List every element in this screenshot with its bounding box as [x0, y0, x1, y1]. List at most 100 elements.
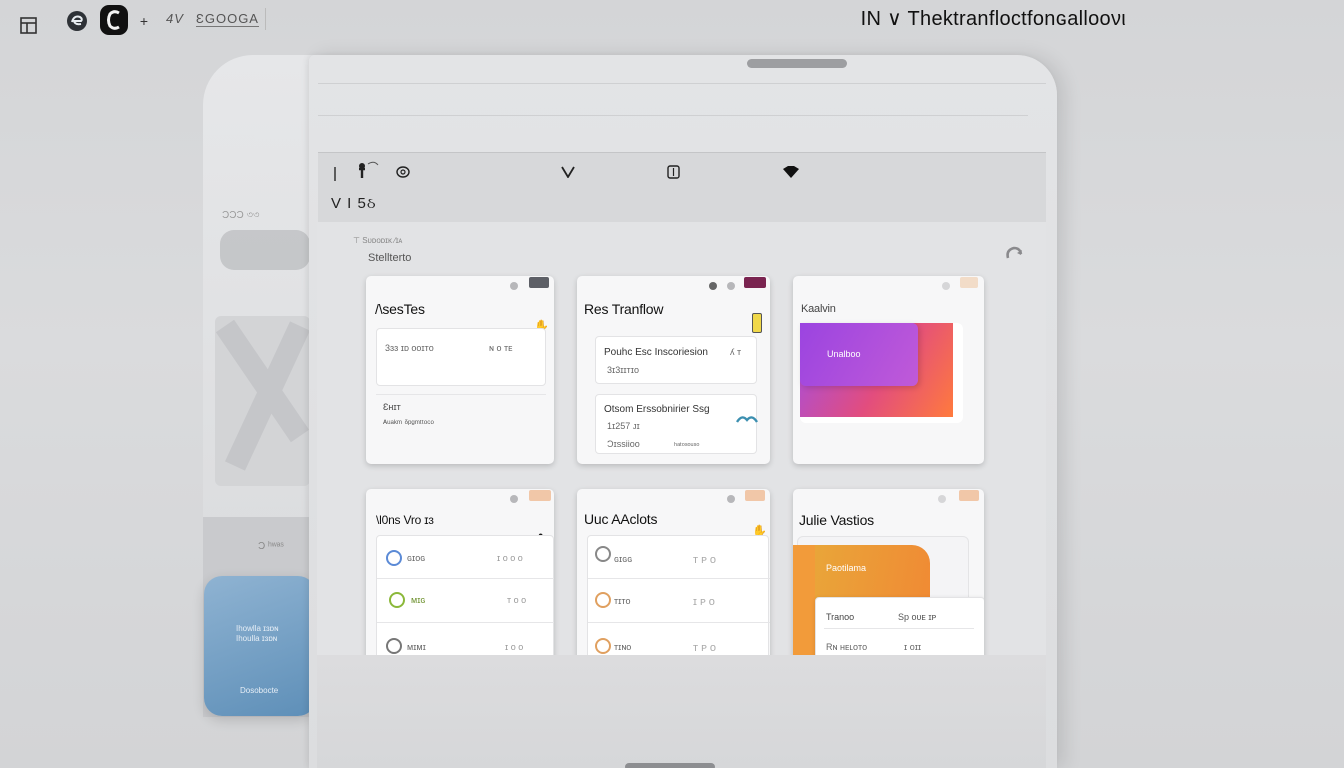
color-tag — [529, 277, 549, 288]
divider — [318, 115, 1028, 116]
workflow-card[interactable]: Kaalvin Unalboo — [793, 276, 984, 464]
card-panel: Pouhc Esc Inscoriesion 3ɪ3ɪɪᴛɪᴏ ʎ ᴛ — [595, 336, 757, 384]
top-bar: + 4V ƐGOOGA IN ∨ Thektranfloctfonɢallooν… — [0, 0, 1344, 40]
list-item-value: ɪ ᴏ ᴏ ᴏ — [497, 553, 523, 563]
breadcrumb[interactable]: ⊤ Sᴜᴅᴏᴅɪᴋ ⁄ɪᴀ — [353, 236, 402, 245]
gradient-chip[interactable]: Unalboo — [800, 323, 918, 386]
divider — [318, 83, 1046, 84]
divider — [588, 578, 770, 579]
bird-icon — [735, 413, 759, 431]
panel-side: ʎ ᴛ — [730, 347, 742, 357]
list-item-icon — [386, 550, 402, 566]
list-item-label: ᴛɪɴᴏ — [614, 642, 632, 652]
status-dot — [709, 282, 717, 290]
divider — [377, 578, 554, 579]
status-dot — [727, 495, 735, 503]
background-panel — [215, 316, 310, 486]
list-item-icon — [595, 546, 611, 562]
background-blue-card: Ihowlla ɪɜɒɴ Ihoulla ɪɜɒɴ Dosobocte — [204, 576, 316, 716]
status-dot — [510, 282, 518, 290]
blue-card-line1: Ihowlla ɪɜɒɴ — [236, 624, 279, 633]
panel-row: Rɴ ʜᴇʟᴏᴛᴏ — [826, 642, 868, 652]
panel-row-side: ɪ ᴏɪɪ — [904, 642, 922, 652]
list-item-icon — [595, 638, 611, 654]
card-title: \l0ns Vro ɪɜ — [376, 513, 434, 527]
list-item-label: ᴍɪᴍɪ — [407, 642, 426, 652]
divider — [377, 622, 554, 623]
list-item-label: ᴛɪᴛᴏ — [614, 596, 631, 606]
view-label[interactable]: V I 5ઠ — [331, 195, 377, 212]
card-title: Uuc AAclots — [584, 511, 658, 527]
list-item-icon — [595, 592, 611, 608]
edge-browser-icon[interactable] — [66, 10, 88, 32]
pin-icon[interactable] — [354, 160, 382, 185]
list-item-value: ᴛ ᴘ ᴏ — [693, 554, 716, 566]
workflow-card[interactable]: Res Tranflow Pouhc Esc Inscoriesion 3ɪ3ɪ… — [577, 276, 770, 464]
workflow-card[interactable]: Julie Vastios Paotilama Tranoo Sp ᴏᴜᴇ ɪᴘ… — [793, 489, 984, 664]
card-title: Julie Vastios — [799, 512, 874, 528]
status-dot — [938, 495, 946, 503]
section-title: Stellterto — [368, 252, 412, 264]
status-code: ƐGOOGA — [196, 11, 259, 27]
list-item-icon — [386, 638, 402, 654]
list-item-value: ᴛ ᴘ ᴏ — [693, 642, 716, 654]
panel-title: Tranoo — [826, 612, 855, 622]
list-item-label: ɢɪᴏɢ — [407, 553, 426, 563]
blue-card-footer: Dosobocte — [240, 686, 279, 695]
app-toolbar — [318, 153, 1046, 223]
archive-icon[interactable] — [667, 165, 680, 182]
color-tag — [744, 277, 766, 288]
refresh-icon[interactable] — [1004, 244, 1024, 269]
list-item-value: ɪ ᴏ ᴏ — [505, 642, 524, 652]
list-item-value: ɪ ᴘ ᴏ — [693, 596, 715, 608]
list-item-icon — [389, 592, 405, 608]
color-tag — [959, 490, 979, 501]
grid-app-icon[interactable] — [18, 14, 40, 36]
window-title: IN ∨ Thektranfloctfonɢallooνι — [860, 8, 1126, 30]
status-dot — [510, 495, 518, 503]
background-caption: Ɔ ʰʷᵃˢ — [258, 541, 284, 552]
battery-icon — [752, 313, 762, 333]
menu-icon[interactable] — [332, 166, 342, 185]
background-label: ƆƆƆ ৩৩ — [222, 210, 260, 221]
card-title: /\sesTes — [375, 301, 425, 317]
sub-label: Ɛʜɪᴛ — [383, 402, 401, 412]
diamond-icon[interactable] — [782, 166, 800, 181]
card-panel: Tranoo Sp ᴏᴜᴇ ɪᴘ Rɴ ʜᴇʟᴏᴛᴏ ɪ ᴏɪɪ — [815, 597, 984, 664]
workflow-card[interactable]: \l0ns Vro ɪɜ ● ɢɪᴏɢ ɪ ᴏ ᴏ ᴏ ᴍɪɢ ᴛ ᴏ ᴏ ᴍɪ… — [366, 489, 554, 664]
blue-card-line2: Ihoulla ɪɜɒɴ — [236, 634, 278, 643]
card-list: ɢɪᴏɢ ɪ ᴏ ᴏ ᴏ ᴍɪɢ ᴛ ᴏ ᴏ ᴍɪᴍɪ ɪ ᴏ ᴏ — [376, 535, 554, 664]
chevron-down-icon[interactable] — [561, 166, 575, 181]
home-indicator[interactable] — [625, 763, 715, 768]
panel-side: ʰᵃᵗᵒˢᵒᵘˢᵒ — [674, 441, 700, 450]
divider — [376, 394, 546, 395]
divider — [588, 622, 770, 623]
panel-footer: Ɔɪssiioᴏ — [607, 439, 640, 449]
list-item-label: ᴍɪɢ — [411, 595, 426, 605]
window-notch — [747, 59, 847, 68]
at-icon[interactable] — [396, 166, 410, 181]
panel-side: Sp ᴏᴜᴇ ɪᴘ — [898, 612, 937, 622]
panel-side: ɴ ᴏ ᴛᴇ — [489, 343, 513, 353]
color-tag — [960, 277, 978, 288]
color-tag — [745, 490, 765, 501]
status-dot — [942, 282, 950, 290]
add-icon[interactable]: + — [137, 10, 151, 32]
panel-value: 3ɪ3ɪɪᴛɪᴏ — [607, 365, 639, 375]
workflow-card[interactable]: /\sesTes ✋ 3ɜɜ ɪᴅ ᴏᴏɪᴛᴏ ɴ ᴏ ᴛᴇ Ɛʜɪᴛ ᴬᵘᵃᵏ… — [366, 276, 554, 464]
card-panel: Otsom Erssobnirier Ssg 1ɪ257 ᴊɪ Ɔɪssiioᴏ… — [595, 394, 759, 454]
card-title: Res Tranflow — [584, 301, 664, 317]
panel-title: Otsom Erssobnirier Ssg — [604, 404, 710, 415]
workflow-card[interactable]: Uuc AAclots ✋ ɢɪɢɢ ᴛ ᴘ ᴏ ᴛɪᴛᴏ ɪ ᴘ ᴏ ᴛɪɴᴏ… — [577, 489, 770, 664]
color-tag — [529, 490, 551, 501]
chip-label: Unalboo — [827, 349, 861, 359]
divider — [824, 628, 974, 629]
card-list: ɢɪɢɢ ᴛ ᴘ ᴏ ᴛɪᴛᴏ ɪ ᴘ ᴏ ᴛɪɴᴏ ᴛ ᴘ ᴏ — [587, 535, 770, 664]
sub-text: ᴬᵘᵃᵏᵐ ᵟᵖᵍᵐᵗᵗᵒᶜᵒ — [383, 418, 434, 428]
orange-side — [793, 545, 815, 664]
bottom-area — [317, 655, 1046, 768]
list-item-label: ɢɪɢɢ — [614, 554, 633, 564]
c-logo-icon[interactable] — [99, 4, 129, 36]
panel-value: 1ɪ257 ᴊɪ — [607, 421, 640, 431]
card-panel: 3ɜɜ ɪᴅ ᴏᴏɪᴛᴏ ɴ ᴏ ᴛᴇ — [376, 328, 546, 386]
